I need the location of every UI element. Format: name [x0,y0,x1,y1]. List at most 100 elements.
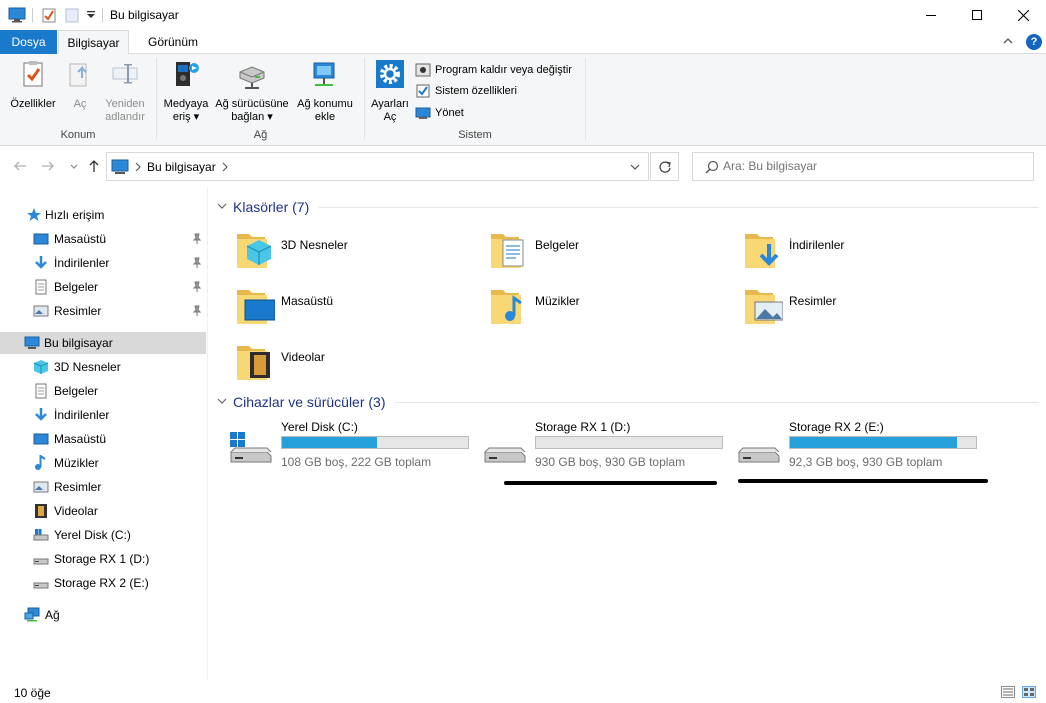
add-network-location-button[interactable]: Ağ konumu ekle [292,58,358,124]
tab-file[interactable]: Dosya [0,30,57,54]
minimize-button[interactable] [908,0,954,30]
properties-quick-icon[interactable] [41,7,57,23]
chevron-right-icon[interactable] [134,162,142,172]
folder-downloads[interactable]: İndirilenler [743,228,993,278]
tab-view[interactable]: Görünüm [138,30,208,54]
nav-pc-item-pictures[interactable]: Resimler [0,476,206,498]
nav-label: İndirilenler [54,256,110,270]
nav-pc-item-local-disk-c[interactable]: Yerel Disk (C:) [0,524,206,546]
folder-desktop[interactable]: Masaüstü [235,284,485,334]
nav-this-pc[interactable]: Bu bilgisayar [0,332,206,354]
collapse-ribbon-chevron-icon[interactable] [1002,35,1014,47]
folder-videos[interactable]: Videolar [235,340,485,390]
nav-network[interactable]: Ağ [0,604,206,626]
pin-icon[interactable] [192,305,202,317]
computer-icon [24,336,40,349]
settings-label-line1: Ayarları [371,98,409,110]
manage-button[interactable]: Yönet [415,104,464,122]
refresh-button[interactable] [650,152,679,181]
network-drive-icon [239,66,265,89]
nav-pc-item-storage-e[interactable]: Storage RX 2 (E:) [0,572,206,594]
settings-gear-icon [376,60,404,88]
tab-computer[interactable]: Bilgisayar [58,30,129,55]
close-button[interactable] [1000,0,1046,30]
ribbon-tab-strip: Dosya Bilgisayar Görünüm ? [0,30,1046,55]
desktop-folder-icon [237,290,275,324]
system-properties-button[interactable]: Sistem özellikleri [415,82,517,100]
nav-pc-item-documents[interactable]: Belgeler [0,380,206,402]
map-network-drive-button[interactable]: Ağ sürücüsüne bağlan ▾ [212,58,292,124]
film-icon [35,504,47,518]
up-arrow-icon [89,160,99,172]
folder-label: 3D Nesneler [281,238,348,252]
nav-label: Yerel Disk (C:) [54,528,131,542]
address-bar[interactable]: Bu bilgisayar [106,152,649,181]
address-path[interactable]: Bu bilgisayar [147,160,216,174]
folder-documents[interactable]: Belgeler [489,228,739,278]
nav-label: Resimler [54,480,102,494]
properties-label: Özellikler [10,98,56,110]
properties-button[interactable]: Özellikler [6,58,60,111]
nav-pc-item-3d-objects[interactable]: 3D Nesneler [0,356,206,378]
details-view-icon[interactable] [1001,686,1015,698]
document-icon [35,279,47,295]
new-folder-quick-icon[interactable] [64,7,80,23]
folder-pictures[interactable]: Resimler [743,284,993,334]
help-button[interactable]: ? [1026,34,1042,50]
map-drive-label-line1: Ağ sürücüsüne [215,98,289,110]
window-title: Bu bilgisayar [110,8,179,22]
maximize-button[interactable] [954,0,1000,30]
rename-button[interactable]: Yeniden adlandır [100,58,150,124]
manage-label: Yönet [435,107,464,119]
folder-3d-objects[interactable]: 3D Nesneler [235,228,485,278]
forward-arrow-icon [42,161,54,171]
nav-pc-item-videos[interactable]: Videolar [0,500,206,522]
nav-pc-item-desktop[interactable]: Masaüstü [0,428,206,450]
desktop-icon [33,233,49,245]
nav-pc-item-storage-d[interactable]: Storage RX 1 (D:) [0,548,206,570]
pin-icon[interactable] [192,233,202,245]
folder-music[interactable]: Müzikler [489,284,739,334]
access-media-button[interactable]: Medyaya eriş ▾ [160,58,212,124]
ribbon: Özellikler Aç Yeniden adlandır Konum Med… [0,54,1046,146]
back-button[interactable] [12,159,28,175]
up-button[interactable] [86,159,102,175]
chevron-right-icon[interactable] [221,162,229,172]
nav-pc-item-downloads[interactable]: İndirilenler [0,404,206,426]
drive-storage-e[interactable]: Storage RX 2 (E:) 92,3 GB boş, 930 GB to… [737,420,987,470]
search-input[interactable] [723,159,1023,173]
minimize-icon [926,15,936,16]
group-label-location: Konum [60,129,96,141]
pin-icon[interactable] [192,281,202,293]
recent-locations-button[interactable] [66,159,82,175]
open-button[interactable]: Aç [64,58,96,111]
hard-drive-icon [484,447,526,463]
nav-quick-item-desktop[interactable]: Masaüstü [0,228,206,250]
status-bar: 10 öğe [0,680,1046,703]
rename-icon [112,64,138,84]
nav-quick-item-documents[interactable]: Belgeler [0,276,206,298]
folders-group-header[interactable]: Klasörler (7) [217,197,309,217]
open-settings-button[interactable]: Ayarları Aç [368,58,412,124]
large-icons-view-icon[interactable] [1022,686,1036,698]
nav-label: Müzikler [54,456,99,470]
forward-button[interactable] [40,159,56,175]
search-box[interactable] [692,152,1034,181]
nav-pc-item-music[interactable]: Müzikler [0,452,206,474]
uninstall-program-button[interactable]: Program kaldır veya değiştir [415,61,572,79]
system-properties-label: Sistem özellikleri [435,85,517,97]
nav-quick-item-pictures[interactable]: Resimler [0,300,206,322]
hard-drive-icon [33,529,49,541]
devices-group-header[interactable]: Cihazlar ve sürücüler (3) [217,392,386,412]
computer-icon [8,7,26,23]
drive-local-disk-c[interactable]: Yerel Disk (C:) 108 GB boş, 222 GB topla… [229,420,479,470]
address-dropdown-chevron-icon[interactable] [630,162,640,172]
pin-icon[interactable] [192,257,202,269]
open-icon [69,63,87,87]
drive-name: Yerel Disk (C:) [281,420,358,434]
document-icon [35,383,47,399]
nav-quick-item-downloads[interactable]: İndirilenler [0,252,206,274]
drive-storage-d[interactable]: Storage RX 1 (D:) 930 GB boş, 930 GB top… [483,420,733,470]
customize-toolbar-chevron-icon[interactable] [86,10,96,20]
nav-quick-access[interactable]: Hızlı erişim [0,204,206,226]
